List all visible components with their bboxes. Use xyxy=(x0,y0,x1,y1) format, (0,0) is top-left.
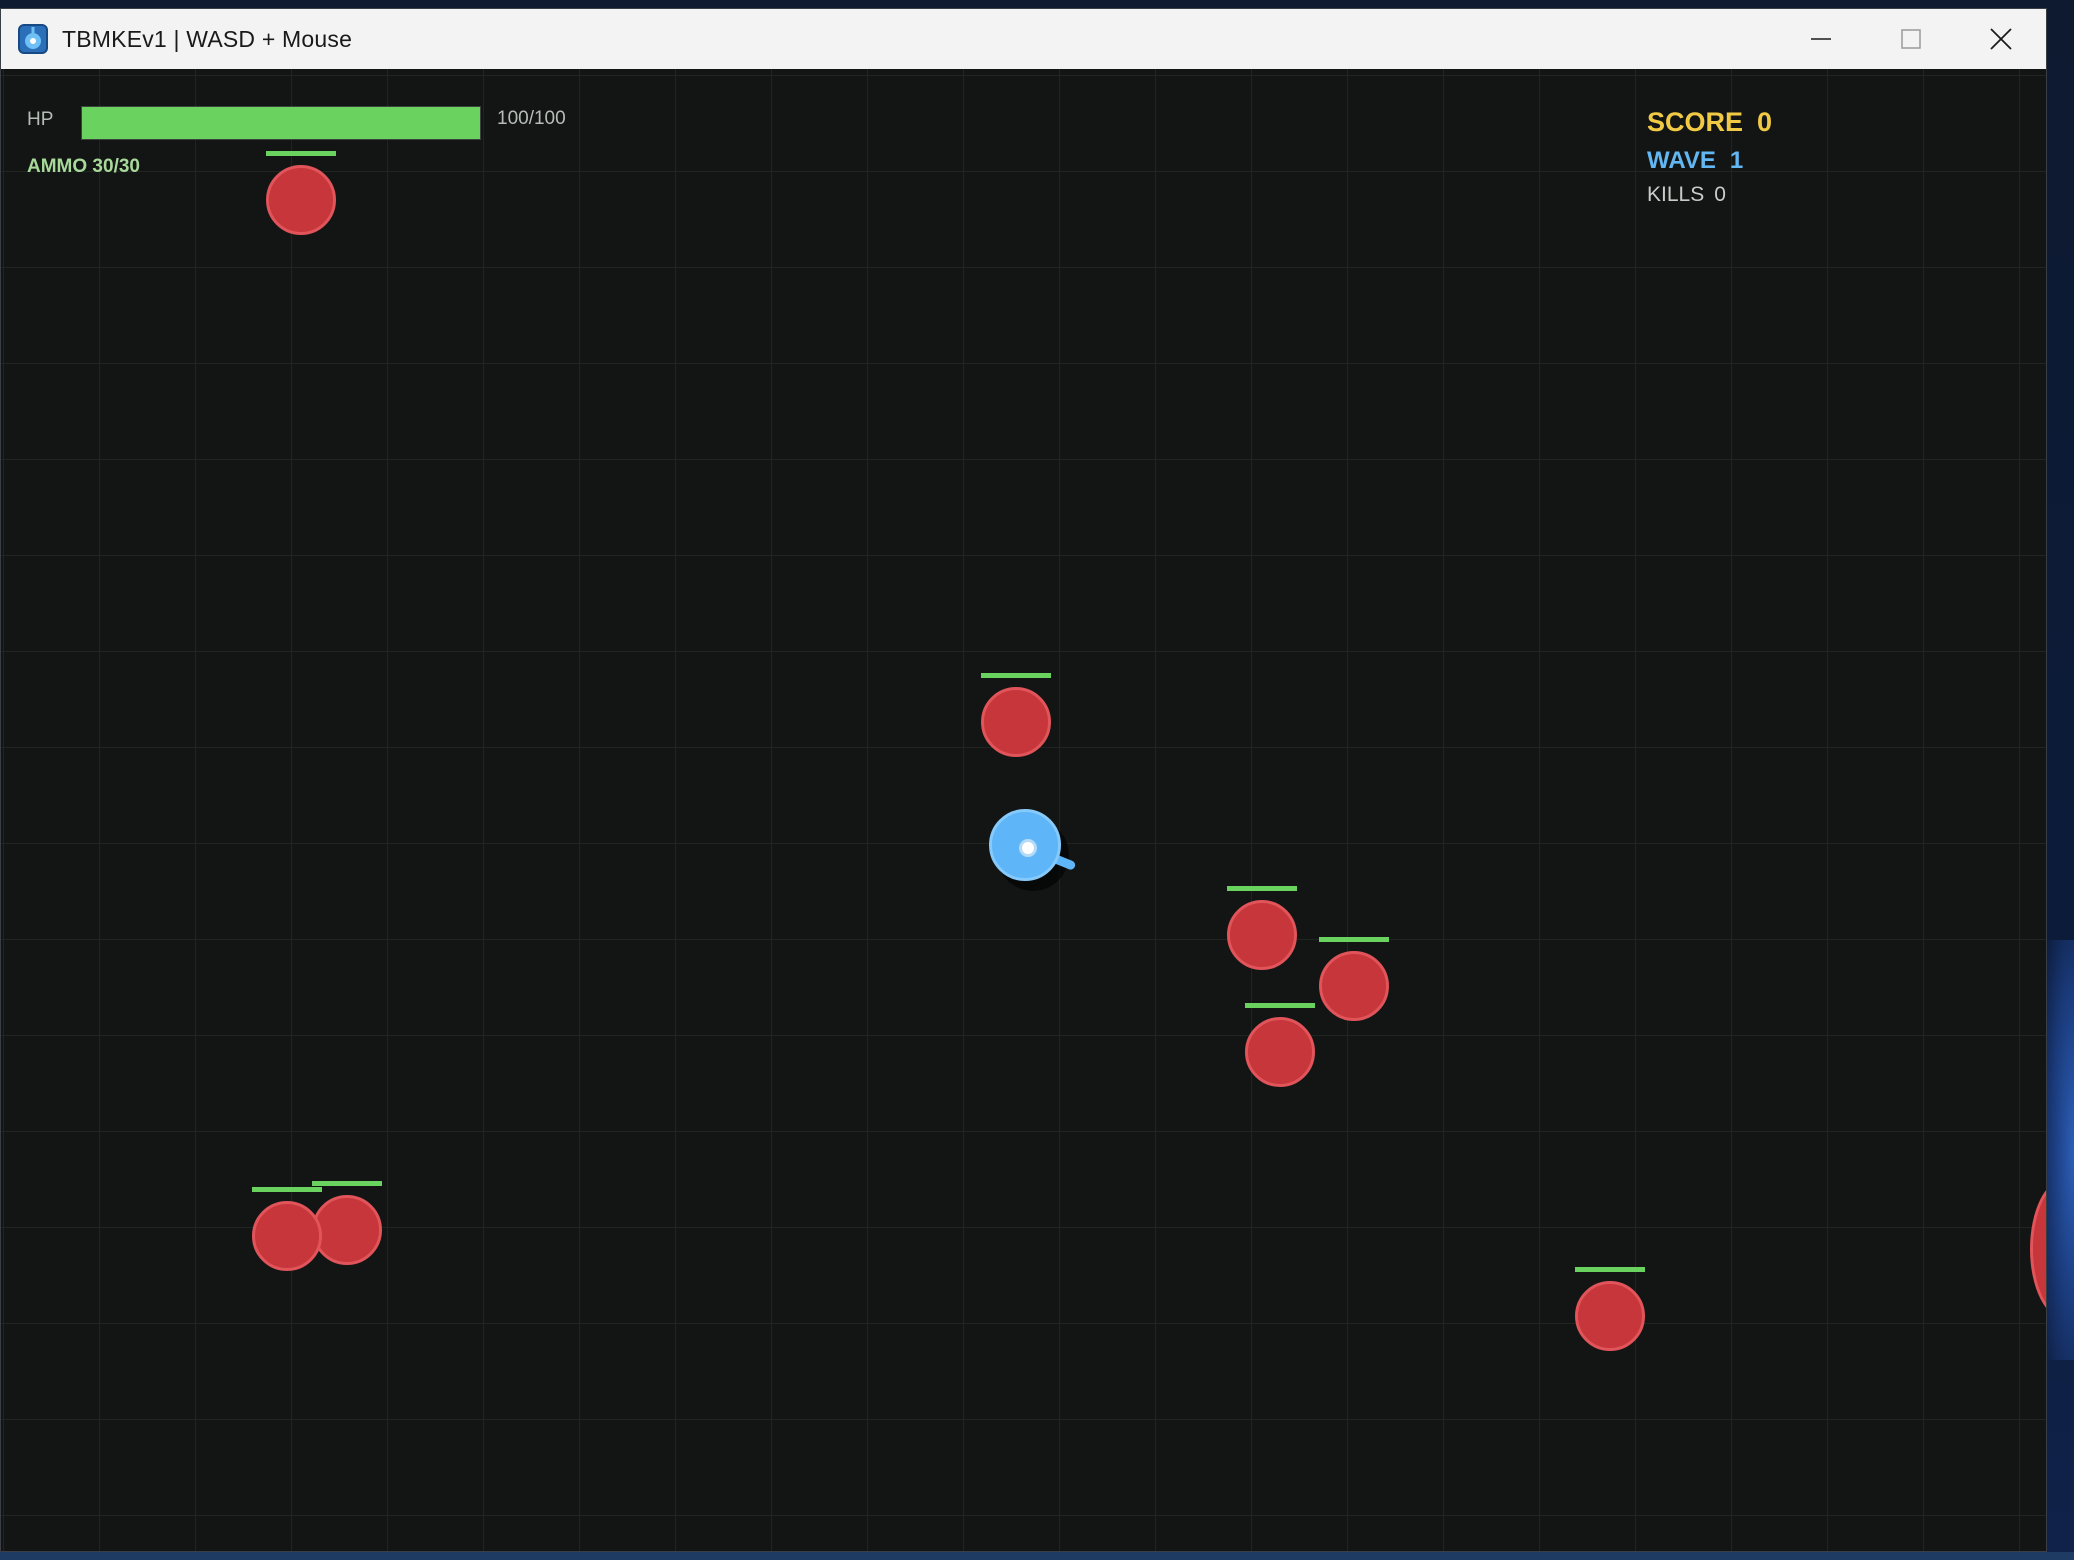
enemy-hp-bar xyxy=(981,673,1051,678)
enemy xyxy=(1575,1267,1645,1351)
enemy-hp-bar-fill xyxy=(1575,1267,1645,1272)
title-bar[interactable]: TBMKEv1 | WASD + Mouse xyxy=(1,9,2046,69)
enemy-body xyxy=(252,1201,322,1271)
wave-label: WAVE xyxy=(1647,147,1716,174)
minimize-icon xyxy=(1811,38,1831,40)
enemy-offscreen-edge xyxy=(2030,1179,2046,1319)
enemy-hp-bar-fill xyxy=(1245,1003,1315,1008)
kills-label: KILLS xyxy=(1647,183,1705,206)
enemy xyxy=(981,673,1051,757)
taskbar-edge xyxy=(0,1552,2074,1560)
enemy-hp-bar xyxy=(266,151,336,156)
enemy xyxy=(312,1181,382,1265)
enemy-hp-bar xyxy=(1319,937,1389,942)
enemy-body xyxy=(1245,1017,1315,1087)
score-value: 0 xyxy=(1757,107,1773,137)
player-core xyxy=(1019,839,1037,857)
close-icon xyxy=(1990,28,2012,50)
hp-bar xyxy=(81,106,481,140)
enemy-body xyxy=(1319,951,1389,1021)
score-label: SCORE xyxy=(1647,107,1744,137)
minimize-button[interactable] xyxy=(1776,9,1866,69)
robot-app-icon xyxy=(18,24,48,54)
enemy xyxy=(1227,886,1297,970)
enemy-hp-bar-fill xyxy=(266,151,336,156)
enemy-body xyxy=(266,165,336,235)
wave-display: WAVE 1 xyxy=(1647,147,1743,175)
enemy-body xyxy=(1227,900,1297,970)
maximize-icon xyxy=(1901,29,1921,49)
kills-display: KILLS 0 xyxy=(1647,183,1726,207)
enemy-hp-bar xyxy=(1575,1267,1645,1272)
enemy-body xyxy=(312,1195,382,1265)
maximize-button[interactable] xyxy=(1866,9,1956,69)
score-display: SCORE 0 xyxy=(1647,107,1772,138)
enemy-hp-bar xyxy=(1227,886,1297,891)
ammo-counter: AMMO 30/30 xyxy=(27,156,140,177)
player-character xyxy=(989,809,1079,899)
enemy-hp-bar-fill xyxy=(252,1187,322,1192)
enemy-hp-bar-fill xyxy=(312,1181,382,1186)
enemy-hp-bar xyxy=(312,1181,382,1186)
wave-value: 1 xyxy=(1729,147,1744,174)
enemy-body xyxy=(981,687,1051,757)
close-button[interactable] xyxy=(1956,9,2046,69)
enemy xyxy=(266,151,336,235)
enemy-hp-bar-fill xyxy=(1227,886,1297,891)
kills-value: 0 xyxy=(1714,183,1726,206)
player-body xyxy=(989,809,1061,881)
desktop-wallpaper-accent xyxy=(2046,940,2074,1360)
enemy-hp-bar-fill xyxy=(981,673,1051,678)
hp-label: HP xyxy=(27,109,54,130)
game-canvas[interactable]: HP 100/100 AMMO 30/30 SCORE 0 WAVE 1 KILLS… xyxy=(1,69,2046,1551)
enemy xyxy=(252,1187,322,1271)
hp-value: 100/100 xyxy=(497,108,566,129)
enemy-hp-bar xyxy=(252,1187,322,1192)
enemy-body xyxy=(1575,1281,1645,1351)
enemy-hp-bar-fill xyxy=(1319,937,1389,942)
game-window: TBMKEv1 | WASD + Mouse HP 100/100 AMMO 3… xyxy=(0,8,2047,1552)
hp-bar-fill xyxy=(82,107,480,139)
enemy xyxy=(1245,1003,1315,1087)
enemy xyxy=(1319,937,1389,1021)
enemy-hp-bar xyxy=(1245,1003,1315,1008)
window-title: TBMKEv1 | WASD + Mouse xyxy=(62,25,353,52)
